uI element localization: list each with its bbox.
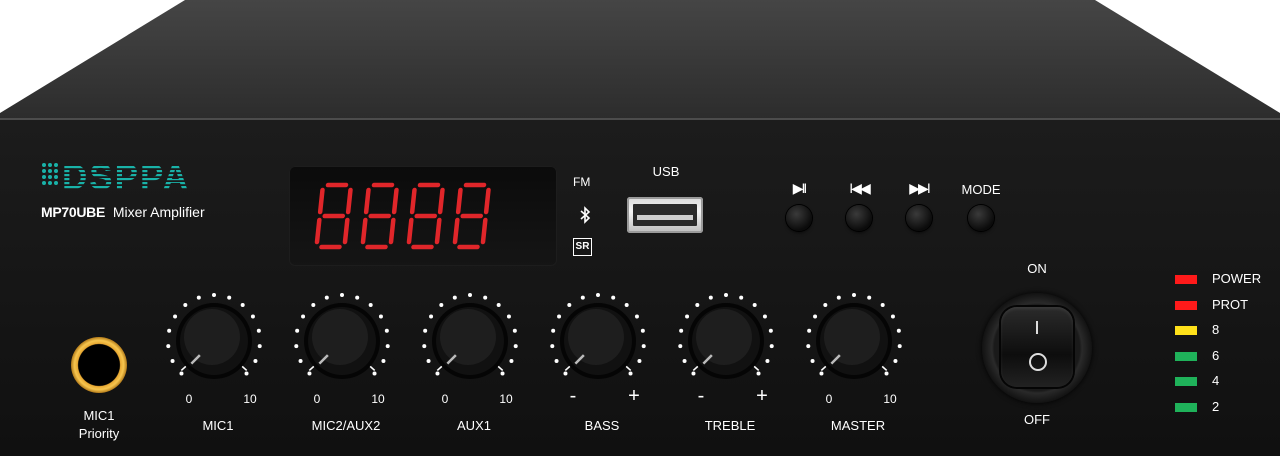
knob-min-label: 0 <box>313 392 321 406</box>
indicator-led-power <box>1175 275 1197 284</box>
indicator-led-prot <box>1175 300 1197 310</box>
model-line: MP70UBE Mixer Amplifier <box>41 204 205 220</box>
knob-label: MIC2/AUX2 <box>311 418 381 433</box>
mic1-jack-label: MIC1 <box>83 408 115 423</box>
usb-label: USB <box>652 164 680 179</box>
knob-min-label: - <box>569 385 577 407</box>
model-number: MP70UBE <box>41 204 106 220</box>
knob-label: AUX1 <box>457 418 491 433</box>
next-button[interactable] <box>906 205 932 231</box>
indicator-label: 2 <box>1212 398 1220 414</box>
play-pause-button[interactable] <box>786 205 812 231</box>
knob-label: TREBLE <box>704 418 756 433</box>
fm-label: FM <box>573 175 591 189</box>
indicator-led-4 <box>1175 377 1197 386</box>
off-mark-icon <box>1029 353 1047 371</box>
knob-max-label: 10 <box>371 392 385 406</box>
knob-label: MASTER <box>830 418 886 433</box>
display-digit <box>314 182 353 250</box>
indicator-led-8 <box>1175 326 1197 335</box>
indicator-label: 4 <box>1212 373 1220 388</box>
mic1-priority-label: Priority <box>78 426 120 441</box>
previous-icon: I◀◀ <box>849 180 870 196</box>
power-switch[interactable] <box>982 293 1092 403</box>
display-digit <box>452 182 491 250</box>
chassis-top <box>0 0 1280 120</box>
dsppa-logo: DSPPA <box>42 158 190 196</box>
knob-label: BASS <box>584 418 620 433</box>
knob-min-label: 0 <box>441 392 449 406</box>
indicator-label: 6 <box>1212 347 1220 363</box>
play-pause-icon: ▶II <box>792 180 807 196</box>
knob-max-label: + <box>628 385 640 407</box>
usb-port[interactable] <box>627 197 703 233</box>
next-icon: ▶▶I <box>909 180 930 196</box>
power-rocker[interactable] <box>1001 307 1073 387</box>
knob-min-label: 0 <box>185 392 193 406</box>
mic1-jack[interactable] <box>71 337 127 393</box>
indicator-led-2 <box>1175 402 1197 412</box>
display-digit <box>360 182 399 250</box>
previous-button[interactable] <box>846 205 872 231</box>
power-on-label: ON <box>1027 261 1047 276</box>
mode-button[interactable] <box>968 205 994 231</box>
led-display: 8888 <box>289 166 557 266</box>
display-digits <box>314 182 491 250</box>
indicator-label: PROT <box>1212 296 1249 312</box>
knob-label: MIC1 <box>202 418 234 433</box>
knob-min-label: 0 <box>825 392 833 406</box>
knob-min-label: - <box>697 385 705 407</box>
bluetooth-icon <box>580 206 591 224</box>
power-off-label: OFF <box>1024 412 1050 427</box>
display-digit <box>406 182 445 250</box>
logo-text: DSPPA <box>62 158 190 196</box>
amplifier-front-panel: DSPPA MP70UBE Mixer Amplifier 8888 FM SR… <box>0 0 1280 456</box>
indicator-label: 8 <box>1212 322 1220 337</box>
knob-max-label: + <box>756 385 768 407</box>
knob-max-label: 10 <box>499 392 513 406</box>
indicator-led-6 <box>1175 351 1197 361</box>
knob-max-label: 10 <box>883 392 897 406</box>
on-mark-icon <box>1036 321 1038 334</box>
indicator-label: POWER <box>1212 271 1262 286</box>
mode-label: MODE <box>961 182 1001 197</box>
knob-max-label: 10 <box>243 392 257 406</box>
model-description: Mixer Amplifier <box>112 204 205 220</box>
sr-icon: SR <box>573 238 592 256</box>
